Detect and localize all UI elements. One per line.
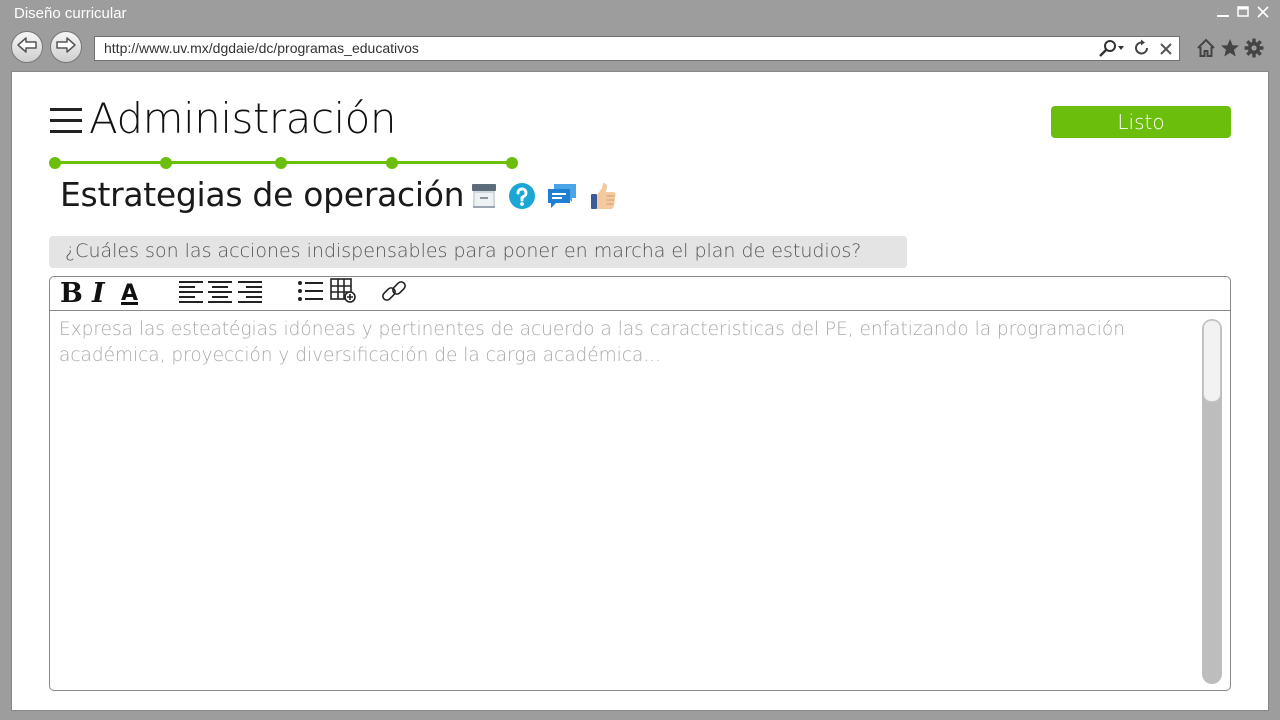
page-viewport: Administración Listo Estrategias de oper… <box>11 71 1269 711</box>
close-window-icon[interactable] <box>1256 4 1270 20</box>
guiding-question: ¿Cuáles son las acciones indispensables … <box>49 236 907 268</box>
font-color-button[interactable]: A <box>121 280 138 306</box>
forward-arrow-icon <box>55 36 77 58</box>
insert-link-button[interactable] <box>381 280 407 306</box>
section-title: Estrategias de operación <box>60 175 465 214</box>
menu-icon[interactable] <box>50 108 82 134</box>
archive-icon[interactable] <box>470 182 498 210</box>
browser-tools <box>1196 38 1264 62</box>
thumbs-up-icon[interactable] <box>588 181 618 211</box>
bullet-list-icon <box>297 279 325 307</box>
align-left-icon <box>179 279 205 307</box>
search-icon[interactable] <box>1097 39 1125 61</box>
step-dot[interactable] <box>386 157 398 169</box>
step-dot[interactable] <box>49 157 61 169</box>
window-titlebar: Diseño curricular <box>0 0 1280 30</box>
scrollbar-thumb[interactable] <box>1203 320 1221 402</box>
chat-icon[interactable] <box>546 182 578 210</box>
link-icon <box>381 278 407 308</box>
refresh-icon[interactable] <box>1133 39 1151 61</box>
url-text[interactable]: http://www.uv.mx/dgdaie/dc/programas_edu… <box>104 40 419 56</box>
insert-table-button[interactable] <box>330 278 358 308</box>
maximize-icon[interactable] <box>1236 4 1250 20</box>
rich-text-editor: B I A Expresa las esteatégias idóneas y … <box>49 276 1231 691</box>
page-title: Administración <box>89 94 396 143</box>
align-right-icon <box>238 279 264 307</box>
back-arrow-icon <box>16 36 38 58</box>
gear-icon[interactable] <box>1244 38 1264 62</box>
italic-button[interactable]: I <box>92 278 105 309</box>
address-bar[interactable]: http://www.uv.mx/dgdaie/dc/programas_edu… <box>94 36 1180 61</box>
progress-stepper <box>48 156 518 170</box>
window-title: Diseño curricular <box>14 5 127 22</box>
section-actions <box>470 181 618 211</box>
editor-toolbar: B I A <box>50 277 1230 311</box>
home-icon[interactable] <box>1196 38 1216 62</box>
align-center-icon <box>208 279 234 307</box>
star-icon[interactable] <box>1220 38 1240 62</box>
align-right-button[interactable] <box>238 280 264 306</box>
step-dot[interactable] <box>160 157 172 169</box>
done-button[interactable]: Listo <box>1051 106 1231 138</box>
editor-placeholder[interactable]: Expresa las esteatégias idóneas y pertin… <box>59 317 1184 369</box>
align-center-button[interactable] <box>208 280 234 306</box>
window-controls <box>1216 4 1270 20</box>
minimize-icon[interactable] <box>1216 4 1230 20</box>
stop-icon[interactable] <box>1159 39 1173 61</box>
bold-button[interactable]: B <box>60 278 83 309</box>
forward-button[interactable] <box>50 31 82 63</box>
editor-scrollbar[interactable] <box>1202 319 1222 684</box>
insert-table-icon <box>330 278 358 308</box>
help-icon[interactable] <box>508 182 536 210</box>
align-left-button[interactable] <box>179 280 205 306</box>
back-button[interactable] <box>11 31 43 63</box>
bullet-list-button[interactable] <box>297 280 325 306</box>
step-dot[interactable] <box>506 157 518 169</box>
step-dot[interactable] <box>275 157 287 169</box>
